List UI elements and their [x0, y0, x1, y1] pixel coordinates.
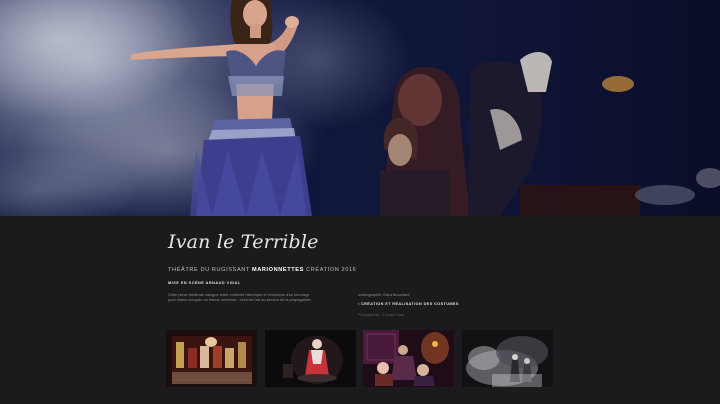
subtitle-year: CRÉATION 2016	[303, 267, 357, 273]
gallery-thumb-smoke-scene[interactable]	[462, 330, 553, 387]
show-title: Ivan le Terrible	[168, 231, 319, 253]
credit-line: scénographie Clara Bouchard	[358, 292, 410, 297]
hero-photo	[0, 0, 720, 216]
credit-creation: •CRÉATION ET RÉALISATION DES COSTUMES	[358, 302, 558, 306]
gallery-thumb-red-stage[interactable]	[363, 330, 454, 387]
thumb-image	[265, 330, 356, 387]
lamp-glow	[602, 76, 634, 92]
subtitle-genre: MARIONNETTES	[251, 267, 304, 273]
photo-gallery	[166, 330, 554, 388]
thumb-image	[462, 330, 553, 387]
subtitle-company: THÉÂTRE DU RUGISSANT	[168, 267, 252, 273]
hero-illustration	[0, 0, 720, 216]
credit-creation-text: CRÉATION ET RÉALISATION DES COSTUMES	[361, 302, 459, 306]
photo-credit: Photographies : © Arnaud Vidal	[358, 313, 404, 317]
show-subtitle: THÉÂTRE DU RUGISSANT MARIONNETTES CRÉATI…	[168, 267, 356, 273]
gallery-thumb-spotlit-figure[interactable]	[265, 330, 356, 387]
thumb-image	[166, 330, 257, 387]
show-description: Cette pièce théâtrale navigue entre cont…	[168, 292, 312, 303]
thumb-image	[363, 330, 454, 387]
show-director: MISE EN SCÈNE ARNAUD VIDAL	[168, 281, 241, 285]
gallery-thumb-stage-ensemble[interactable]	[166, 330, 257, 387]
credits-column: scénographie Clara Bouchard •CRÉATION ET…	[358, 292, 558, 317]
